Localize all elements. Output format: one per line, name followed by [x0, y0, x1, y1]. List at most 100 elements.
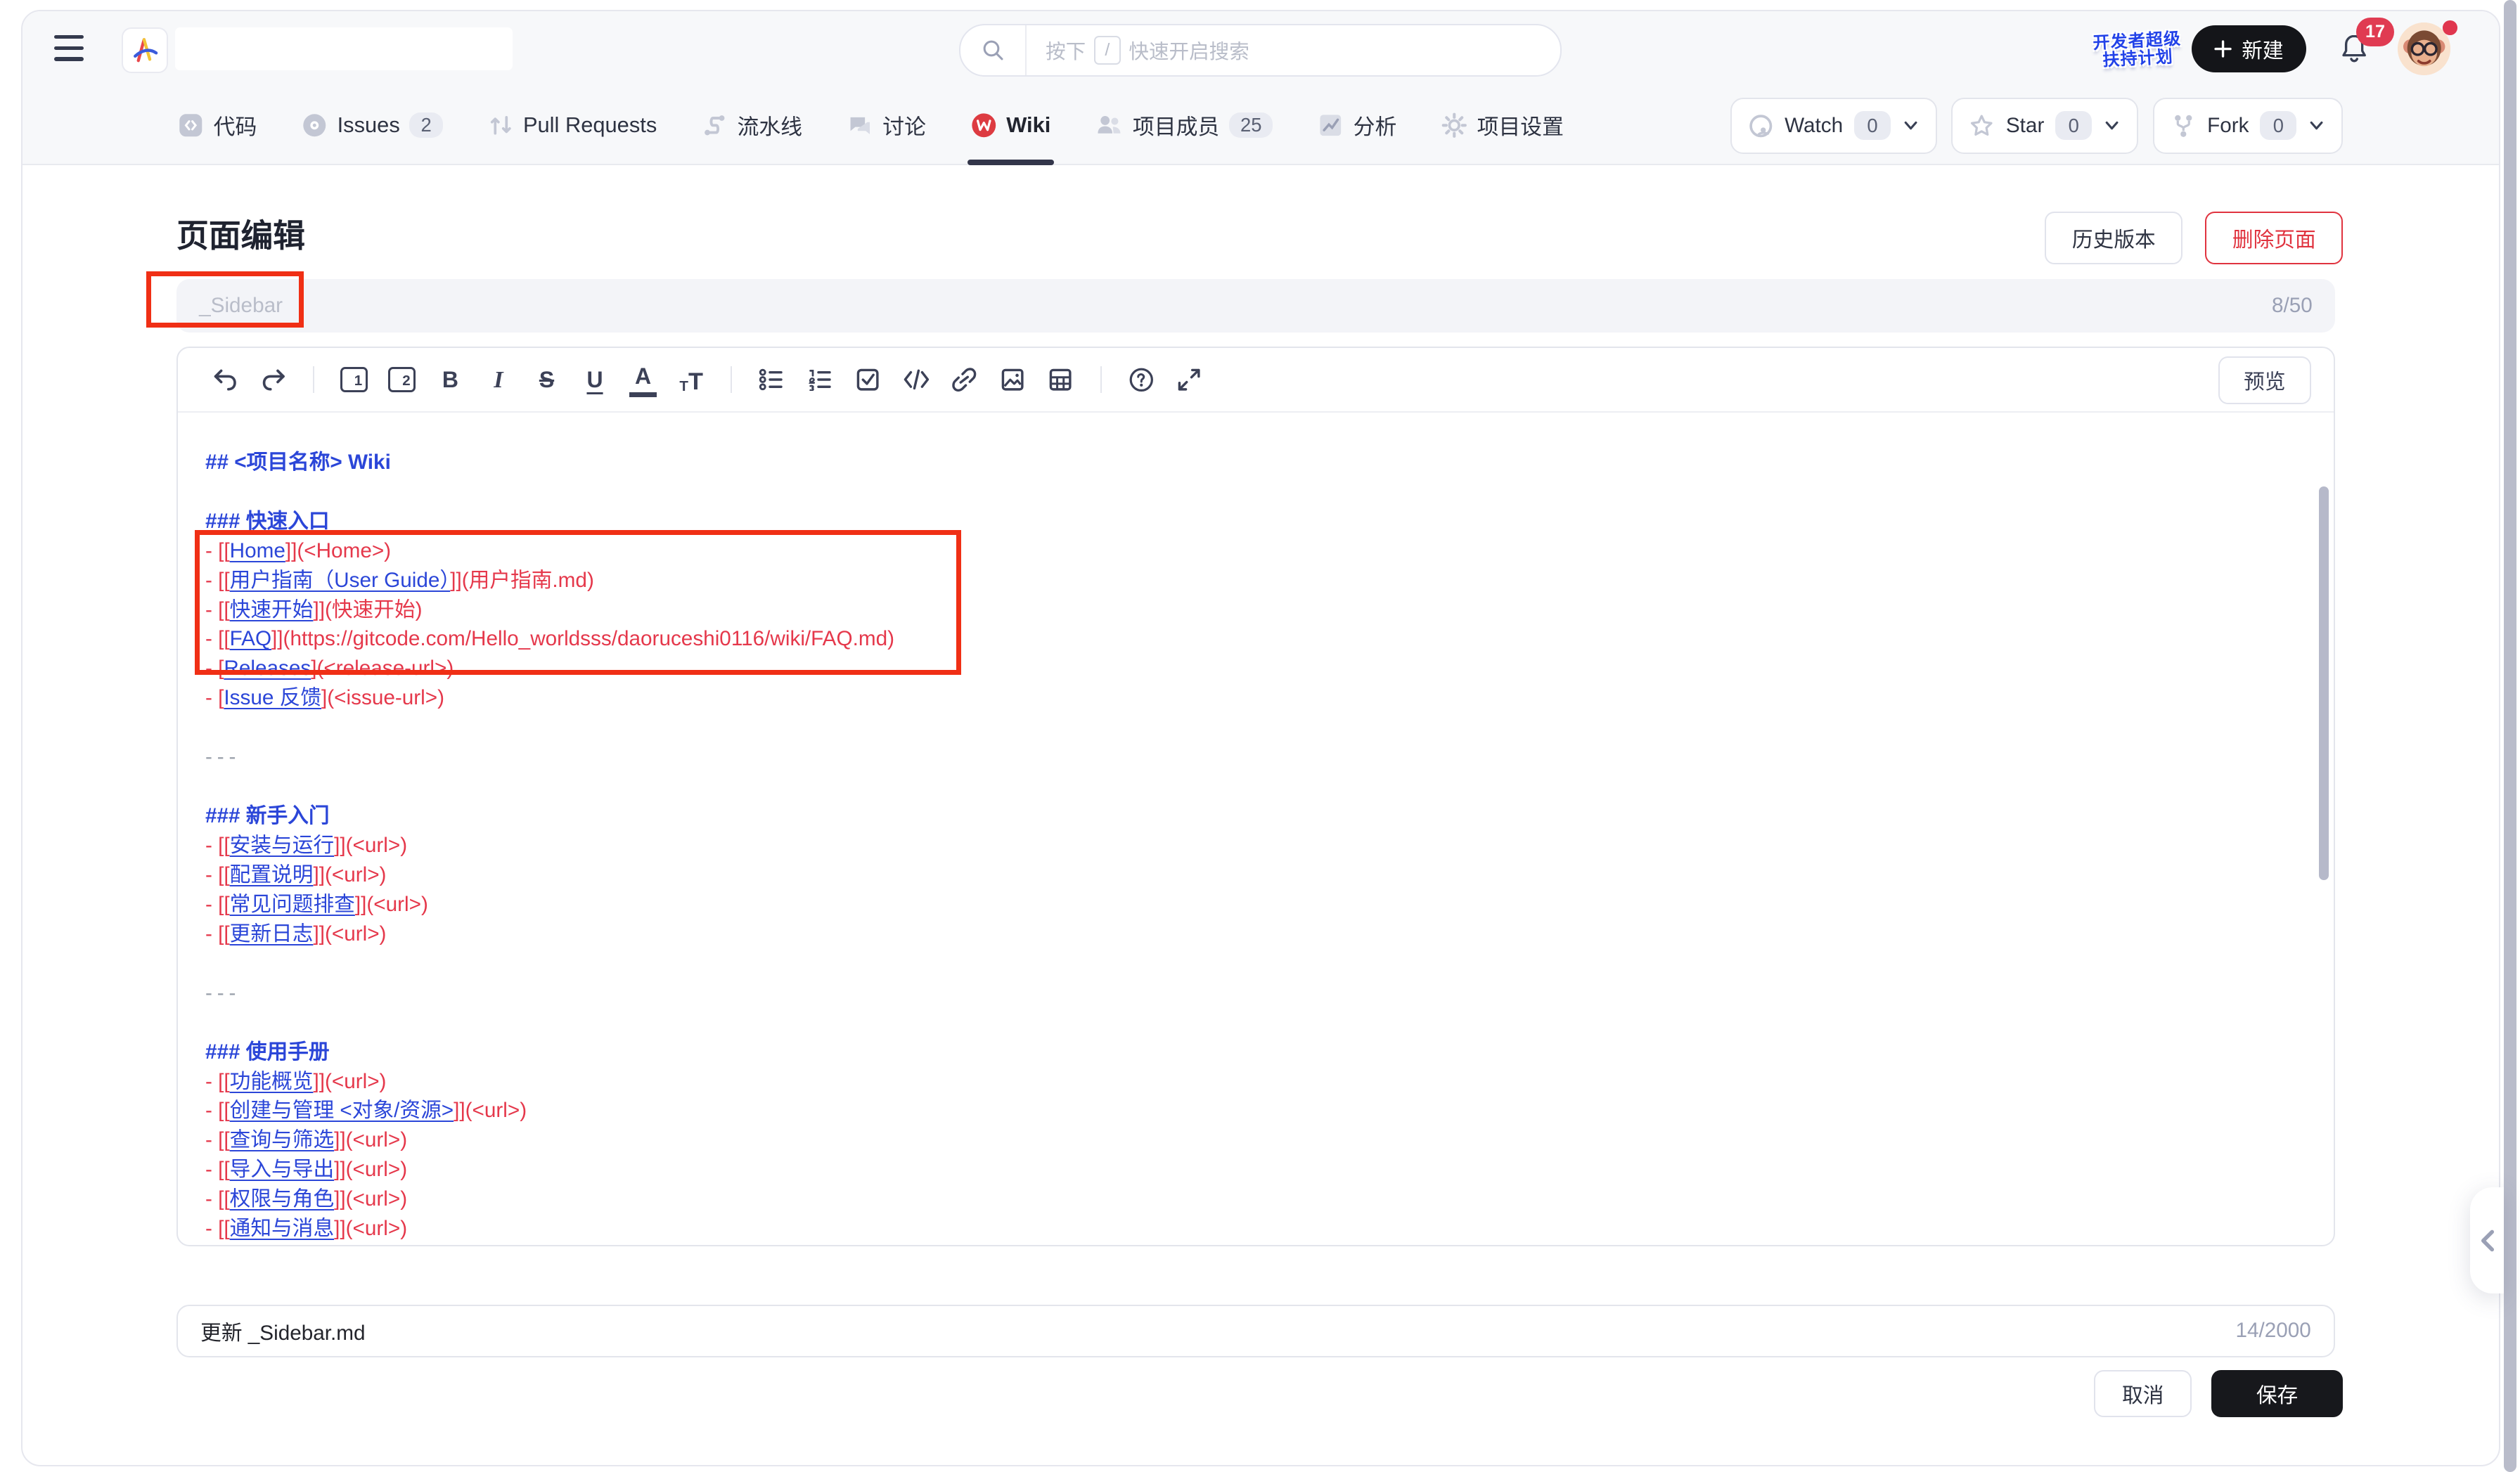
tab-issues[interactable]: Issues 2 — [302, 86, 442, 164]
redo-icon[interactable] — [260, 365, 288, 394]
editor-line: - [[查询与筛选]](<url>) — [205, 1125, 2301, 1155]
history-button[interactable]: 历史版本 — [2045, 212, 2182, 264]
tab-pipelines[interactable]: 流水线 — [702, 86, 802, 164]
top-navbar: 按下 / 快速开启搜索 开发者超级 扶持计划 新建 17 — [22, 11, 2499, 86]
heading2-icon[interactable]: 2 — [388, 367, 416, 393]
editor-line: --- — [205, 979, 2301, 1008]
font-color-icon[interactable]: A — [629, 362, 657, 397]
tab-discussions[interactable]: 讨论 — [847, 86, 926, 164]
editor-line: - [Releases](<release-url>) — [205, 654, 2301, 683]
strikethrough-icon[interactable]: S — [533, 365, 560, 394]
editor-line: - [[用户指南（User Guide）]](用户指南.md) — [205, 566, 2301, 595]
pipeline-icon — [702, 112, 728, 138]
ordered-list-icon[interactable] — [806, 365, 833, 394]
search-placeholder: 按下 / 快速开启搜索 — [1046, 36, 1249, 65]
star-icon — [1969, 113, 1995, 139]
site-logo[interactable] — [122, 27, 168, 74]
tab-analytics[interactable]: 分析 — [1318, 86, 1396, 164]
page-name-value: _Sidebar — [199, 294, 283, 318]
editor-lines: ## <项目名称> Wiki ### 快速入口- [[Home]](<Home>… — [178, 413, 2334, 1244]
preview-button[interactable]: 预览 — [2218, 356, 2311, 404]
issue-icon — [302, 112, 328, 138]
tab-members[interactable]: 项目成员 25 — [1095, 86, 1273, 164]
code-block-icon[interactable] — [903, 365, 930, 394]
save-button[interactable]: 保存 — [2211, 1370, 2343, 1416]
cancel-button[interactable]: 取消 — [2094, 1370, 2192, 1416]
table-icon[interactable] — [1047, 365, 1074, 394]
wiki-icon — [971, 112, 997, 138]
page-scrollbar-thumb[interactable] — [2504, 0, 2516, 1472]
heading1-icon[interactable]: 1 — [340, 367, 368, 393]
editor-content[interactable]: ## <项目名称> Wiki ### 快速入口- [[Home]](<Home>… — [178, 413, 2334, 1247]
watch-icon — [1748, 113, 1774, 139]
editor-line: - [[通知与消息]](<url>) — [205, 1214, 2301, 1244]
code-icon — [178, 112, 204, 138]
editor-line: - [[Home]](<Home>) — [205, 536, 2301, 566]
italic-icon[interactable]: I — [485, 365, 513, 394]
text-size-icon[interactable]: TT — [678, 365, 705, 394]
editor-line: ### 新手入门 — [205, 801, 2301, 831]
toolbar-separator — [1100, 366, 1102, 394]
form-actions: 取消 保存 — [2094, 1370, 2343, 1416]
tab-wiki[interactable]: Wiki — [971, 86, 1050, 164]
editor-line: --- — [205, 742, 2301, 772]
promo-badge[interactable]: 开发者超级 扶持计划 — [2090, 15, 2184, 84]
image-icon[interactable] — [999, 365, 1027, 394]
commit-message-input[interactable]: 更新 _Sidebar.md 14/2000 — [176, 1305, 2335, 1357]
task-list-icon[interactable] — [854, 365, 882, 394]
editor-line: ### 快速入口 — [205, 507, 2301, 536]
page-name-input[interactable]: _Sidebar 8/50 — [176, 279, 2335, 332]
global-search-input[interactable]: 按下 / 快速开启搜索 — [959, 24, 1562, 77]
star-button[interactable]: Star 0 — [1951, 98, 2138, 153]
editor-line — [205, 772, 2301, 801]
page-header-actions: 历史版本 删除页面 — [2045, 212, 2343, 264]
markdown-editor: 1 2 B I S U A TT 预览 — [176, 347, 2335, 1246]
hamburger-menu-icon[interactable] — [54, 35, 83, 61]
help-icon[interactable] — [1127, 365, 1155, 394]
repo-actions: Watch 0 Star 0 Fork 0 — [1730, 98, 2344, 153]
bold-icon[interactable]: B — [437, 365, 464, 394]
editor-line: - [[快速开始]](快速开始) — [205, 595, 2301, 625]
toolbar-separator — [313, 366, 314, 394]
tab-code[interactable]: 代码 — [178, 86, 257, 164]
app-window: 按下 / 快速开启搜索 开发者超级 扶持计划 新建 17 — [21, 10, 2500, 1467]
editor-line: - [[更新日志]](<url>) — [205, 919, 2301, 949]
editor-line: - [[功能概览]](<url>) — [205, 1067, 2301, 1097]
bullet-list-icon[interactable] — [758, 365, 785, 394]
plus-icon — [2214, 40, 2232, 58]
toolbar-separator — [731, 366, 732, 394]
commit-message-counter: 14/2000 — [2235, 1319, 2310, 1343]
fork-button[interactable]: Fork 0 — [2153, 98, 2344, 153]
editor-line: - [[配置说明]](<url>) — [205, 860, 2301, 890]
issues-count-badge: 2 — [409, 112, 442, 138]
editor-line: - [[安装与运行]](<url>) — [205, 831, 2301, 860]
editor-line — [205, 1008, 2301, 1038]
members-count-badge: 25 — [1229, 112, 1273, 138]
delete-page-button[interactable]: 删除页面 — [2205, 212, 2343, 264]
tab-pull-requests[interactable]: Pull Requests — [488, 86, 657, 164]
watch-button[interactable]: Watch 0 — [1730, 98, 1937, 153]
editor-scrollbar-thumb[interactable] — [2319, 486, 2329, 880]
star-count: 0 — [2055, 111, 2092, 140]
editor-line: - [[FAQ]](https://gitcode.com/Hello_worl… — [205, 624, 2301, 654]
search-icon — [960, 25, 1026, 75]
editor-line: ### 使用手册 — [205, 1038, 2301, 1067]
undo-icon[interactable] — [212, 365, 239, 394]
editor-line: - [[权限与角色]](<url>) — [205, 1184, 2301, 1214]
editor-line: - [[常见问题排查]](<url>) — [205, 890, 2301, 919]
side-panel-toggle[interactable] — [2470, 1187, 2504, 1293]
underline-icon[interactable]: U — [581, 365, 609, 394]
editor-line: - [[创建与管理 <对象/资源>]](<url>) — [205, 1096, 2301, 1125]
chevron-down-icon — [1902, 117, 1920, 134]
new-button[interactable]: 新建 — [2192, 25, 2306, 72]
fork-count: 0 — [2260, 111, 2296, 140]
link-icon[interactable] — [951, 365, 978, 394]
editor-line: - [[导入与导出]](<url>) — [205, 1155, 2301, 1184]
editor-line — [205, 713, 2301, 742]
fullscreen-icon[interactable] — [1176, 365, 1203, 394]
tab-settings[interactable]: 项目设置 — [1441, 86, 1564, 164]
watch-count: 0 — [1854, 111, 1891, 140]
editor-line: ## <项目名称> Wiki — [205, 448, 2301, 477]
logo-mark-icon — [130, 35, 160, 65]
project-name-redacted — [175, 27, 513, 71]
